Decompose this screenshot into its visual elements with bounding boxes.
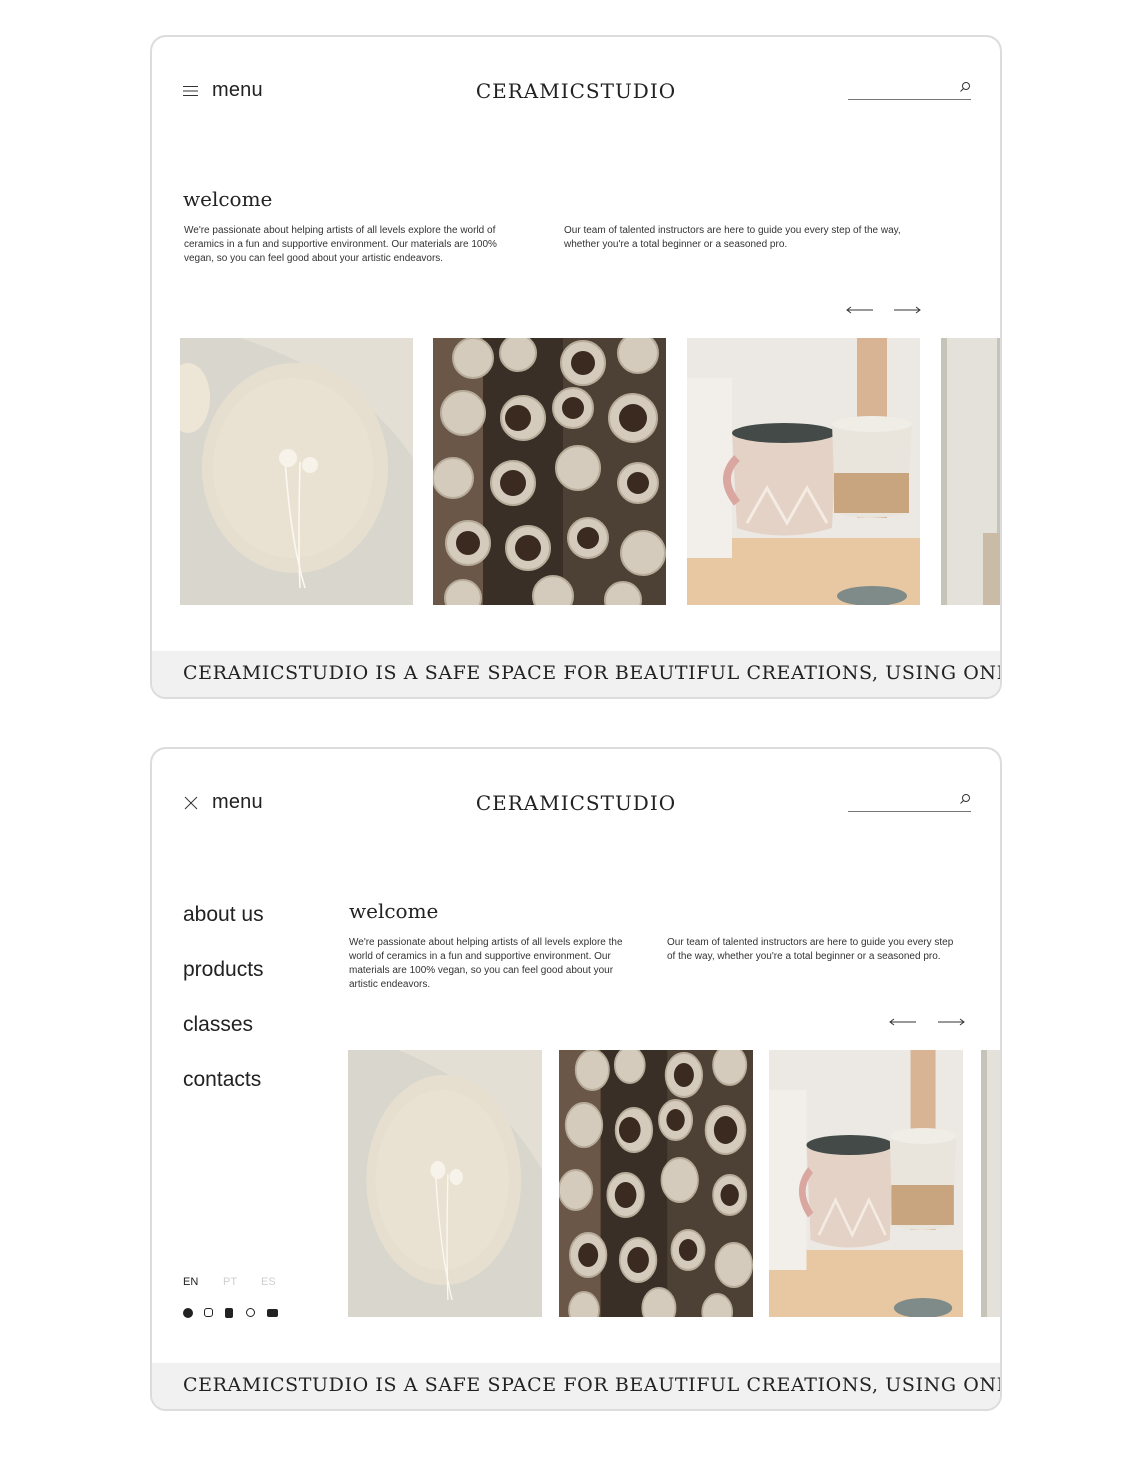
tiktok-icon[interactable]: [225, 1308, 233, 1318]
instagram-icon[interactable]: [204, 1308, 213, 1317]
arrow-left-icon: [889, 1018, 916, 1026]
welcome-title: welcome: [349, 899, 439, 923]
welcome-title: welcome: [183, 187, 273, 211]
gallery-next-button[interactable]: [893, 305, 921, 315]
nav-link-classes[interactable]: classes: [183, 1013, 253, 1037]
marquee-text: CERAMICSTUDIO IS A SAFE SPACE FOR BEAUTI…: [183, 662, 1000, 684]
nav-link-contacts[interactable]: contacts: [183, 1068, 261, 1092]
nav-link-products[interactable]: products: [183, 958, 264, 982]
language-pt[interactable]: PT: [223, 1276, 237, 1288]
search-bar: [848, 793, 971, 812]
arrow-left-icon: [846, 306, 873, 314]
search-input[interactable]: [848, 795, 948, 811]
arrow-right-icon: [894, 306, 921, 314]
marquee-banner: CERAMICSTUDIO IS A SAFE SPACE FOR BEAUTI…: [152, 651, 1000, 697]
search-icon[interactable]: [959, 793, 971, 805]
whatsapp-icon[interactable]: [246, 1308, 255, 1317]
gallery-image-pots[interactable]: [433, 338, 666, 605]
marquee-text: CERAMICSTUDIO IS A SAFE SPACE FOR BEAUTI…: [183, 1374, 1000, 1396]
search-icon[interactable]: [959, 81, 971, 93]
gallery-prev-button[interactable]: [889, 1017, 917, 1027]
language-es[interactable]: ES: [261, 1276, 276, 1288]
arrow-right-icon: [938, 1018, 965, 1026]
welcome-paragraph-1: We're passionate about helping artists o…: [349, 937, 623, 990]
gallery-image-plate[interactable]: [348, 1050, 542, 1317]
open-menu-screen: menu CERAMICSTUDIO about us products cla…: [150, 747, 1002, 1411]
gallery-prev-button[interactable]: [846, 305, 874, 315]
language-en[interactable]: EN: [183, 1276, 198, 1288]
facebook-icon[interactable]: [183, 1308, 193, 1318]
welcome-paragraph-1: We're passionate about helping artists o…: [184, 225, 497, 264]
search-bar: [848, 81, 971, 100]
marquee-banner: CERAMICSTUDIO IS A SAFE SPACE FOR BEAUTI…: [152, 1363, 1000, 1409]
nav-link-about-us[interactable]: about us: [183, 903, 264, 927]
gallery-next-button[interactable]: [937, 1017, 965, 1027]
search-input[interactable]: [848, 83, 948, 99]
gallery-image-mugs[interactable]: [687, 338, 920, 605]
gallery-image-vase[interactable]: [981, 1050, 1000, 1317]
youtube-icon[interactable]: [267, 1309, 278, 1317]
gallery-image-vase[interactable]: [941, 338, 1000, 605]
welcome-paragraph-2: Our team of talented instructors are her…: [564, 225, 901, 250]
gallery-image-pots[interactable]: [559, 1050, 753, 1317]
welcome-paragraph-2: Our team of talented instructors are her…: [667, 937, 954, 962]
closed-menu-screen: menu CERAMICSTUDIO welcome We're passion…: [150, 35, 1002, 699]
gallery-image-mugs[interactable]: [769, 1050, 963, 1317]
gallery-image-plate[interactable]: [180, 338, 413, 605]
